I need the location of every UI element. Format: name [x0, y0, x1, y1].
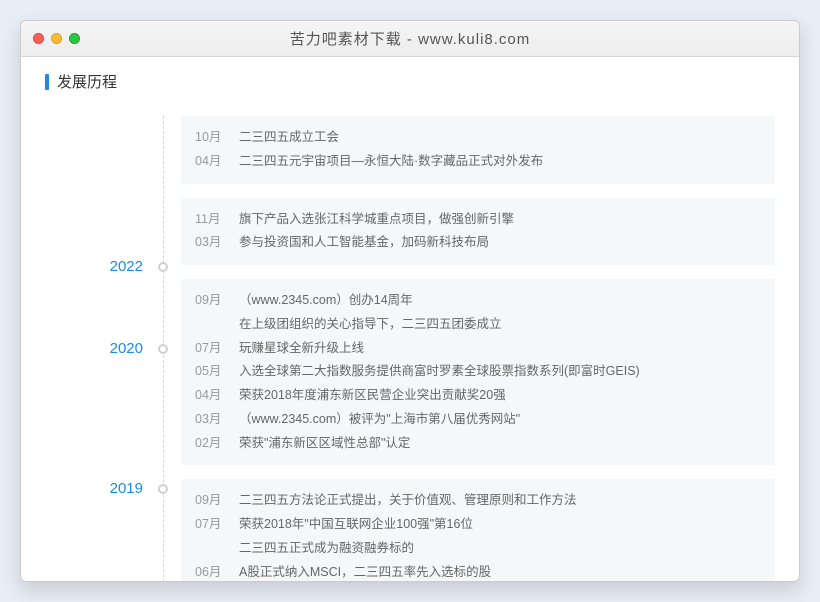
event-text: 荣获2018年度浦东新区民营企业突出贡献奖20强	[239, 384, 761, 408]
year-dot-icon	[158, 262, 168, 272]
year-dot-icon	[158, 344, 168, 354]
event-month: 02月	[195, 432, 225, 456]
event-row: 09月二三四五方法论正式提出，关于价值观、管理原则和工作方法	[195, 489, 761, 513]
event-row: 09月 （www.2345.com）创办14周年	[195, 289, 761, 313]
event-text: 二三四五成立工会	[239, 126, 761, 150]
title-bar: 苦力吧素材下载 - www.kuli8.com	[21, 21, 799, 57]
event-month: 04月	[195, 150, 225, 174]
traffic-lights	[21, 33, 80, 44]
event-month: 07月	[195, 513, 225, 537]
event-month: 03月	[195, 408, 225, 432]
event-text: 荣获"浦东新区区域性总部"认定	[239, 432, 761, 456]
event-row: 03月 （www.2345.com）被评为"上海市第八届优秀网站"	[195, 408, 761, 432]
event-text: A股正式纳入MSCI，二三四五率先入选标的股	[239, 561, 761, 582]
event-row: 03月参与投资国和人工智能基金，加码新科技布局	[195, 231, 761, 255]
event-text: 参与投资国和人工智能基金，加码新科技布局	[239, 231, 761, 255]
maximize-icon[interactable]	[69, 33, 80, 44]
year-block: 11月旗下产品入选张江科学城重点项目，做强创新引擎03月参与投资国和人工智能基金…	[181, 198, 775, 266]
event-text: 二三四五方法论正式提出，关于价值观、管理原则和工作方法	[239, 489, 761, 513]
minimize-icon[interactable]	[51, 33, 62, 44]
year-block: 09月 （www.2345.com）创办14周年00月在上级团组织的关心指导下，二…	[181, 279, 775, 465]
event-row: 04月荣获2018年度浦东新区民营企业突出贡献奖20强	[195, 384, 761, 408]
event-text: 二三四五正式成为融资融券标的	[239, 537, 761, 561]
year-dot-icon	[158, 484, 168, 494]
event-text: 玩赚星球全新升级上线	[239, 337, 761, 361]
event-month: 10月	[195, 126, 225, 150]
event-text: 荣获2018年"中国互联网企业100强"第16位	[239, 513, 761, 537]
event-month: 09月	[195, 489, 225, 513]
section-title: 发展历程	[57, 71, 117, 92]
event-row: 10月二三四五成立工会	[195, 126, 761, 150]
event-text: 二三四五元宇宙项目—永恒大陆·数字藏品正式对外发布	[239, 150, 761, 174]
event-text: 入选全球第二大指数服务提供商富时罗素全球股票指数系列(即富时GEIS)	[239, 360, 761, 384]
event-month: 03月	[195, 231, 225, 255]
event-text: （www.2345.com）被评为"上海市第八届优秀网站"	[239, 408, 761, 432]
event-row: 11月旗下产品入选张江科学城重点项目，做强创新引擎	[195, 208, 761, 232]
event-row: 07月荣获2018年"中国互联网企业100强"第16位	[195, 513, 761, 537]
app-window: 苦力吧素材下载 - www.kuli8.com 发展历程 2022 2020 201…	[20, 20, 800, 582]
event-row: 05月入选全球第二大指数服务提供商富时罗素全球股票指数系列(即富时GEIS)	[195, 360, 761, 384]
event-text: （www.2345.com）创办14周年	[239, 289, 761, 313]
event-month: 06月	[195, 561, 225, 582]
event-text: 旗下产品入选张江科学城重点项目，做强创新引擎	[239, 208, 761, 232]
timeline-events-column: 10月二三四五成立工会04月二三四五元宇宙项目—永恒大陆·数字藏品正式对外发布1…	[165, 116, 775, 581]
event-row: 04月二三四五元宇宙项目—永恒大陆·数字藏品正式对外发布	[195, 150, 761, 174]
year-label: 2020	[110, 340, 143, 357]
timeline: 2022202020192018 10月二三四五成立工会04月二三四五元宇宙项目…	[45, 116, 775, 581]
event-row: 06月 A股正式纳入MSCI，二三四五率先入选标的股	[195, 561, 761, 582]
event-month: 05月	[195, 360, 225, 384]
event-month: 09月	[195, 289, 225, 313]
year-label: 2022	[110, 258, 143, 275]
event-row: 00月在上级团组织的关心指导下，二三四五团委成立	[195, 313, 761, 337]
section-header: 发展历程	[45, 71, 775, 92]
event-row: 07月玩赚星球全新升级上线	[195, 337, 761, 361]
section-accent-bar	[45, 74, 49, 90]
year-label: 2019	[110, 480, 143, 497]
event-month: 07月	[195, 337, 225, 361]
year-block: 09月二三四五方法论正式提出，关于价值观、管理原则和工作方法07月荣获2018年…	[181, 479, 775, 581]
window-title: 苦力吧素材下载 - www.kuli8.com	[21, 28, 799, 49]
event-month: 11月	[195, 208, 225, 232]
event-month: 04月	[195, 384, 225, 408]
event-text: 在上级团组织的关心指导下，二三四五团委成立	[239, 313, 761, 337]
timeline-years-column: 2022202020192018	[45, 116, 165, 581]
close-icon[interactable]	[33, 33, 44, 44]
event-row: 00月二三四五正式成为融资融券标的	[195, 537, 761, 561]
year-block: 10月二三四五成立工会04月二三四五元宇宙项目—永恒大陆·数字藏品正式对外发布	[181, 116, 775, 184]
event-row: 02月荣获"浦东新区区域性总部"认定	[195, 432, 761, 456]
content-area: 发展历程 2022202020192018 10月二三四五成立工会04月二三四五…	[21, 57, 799, 581]
